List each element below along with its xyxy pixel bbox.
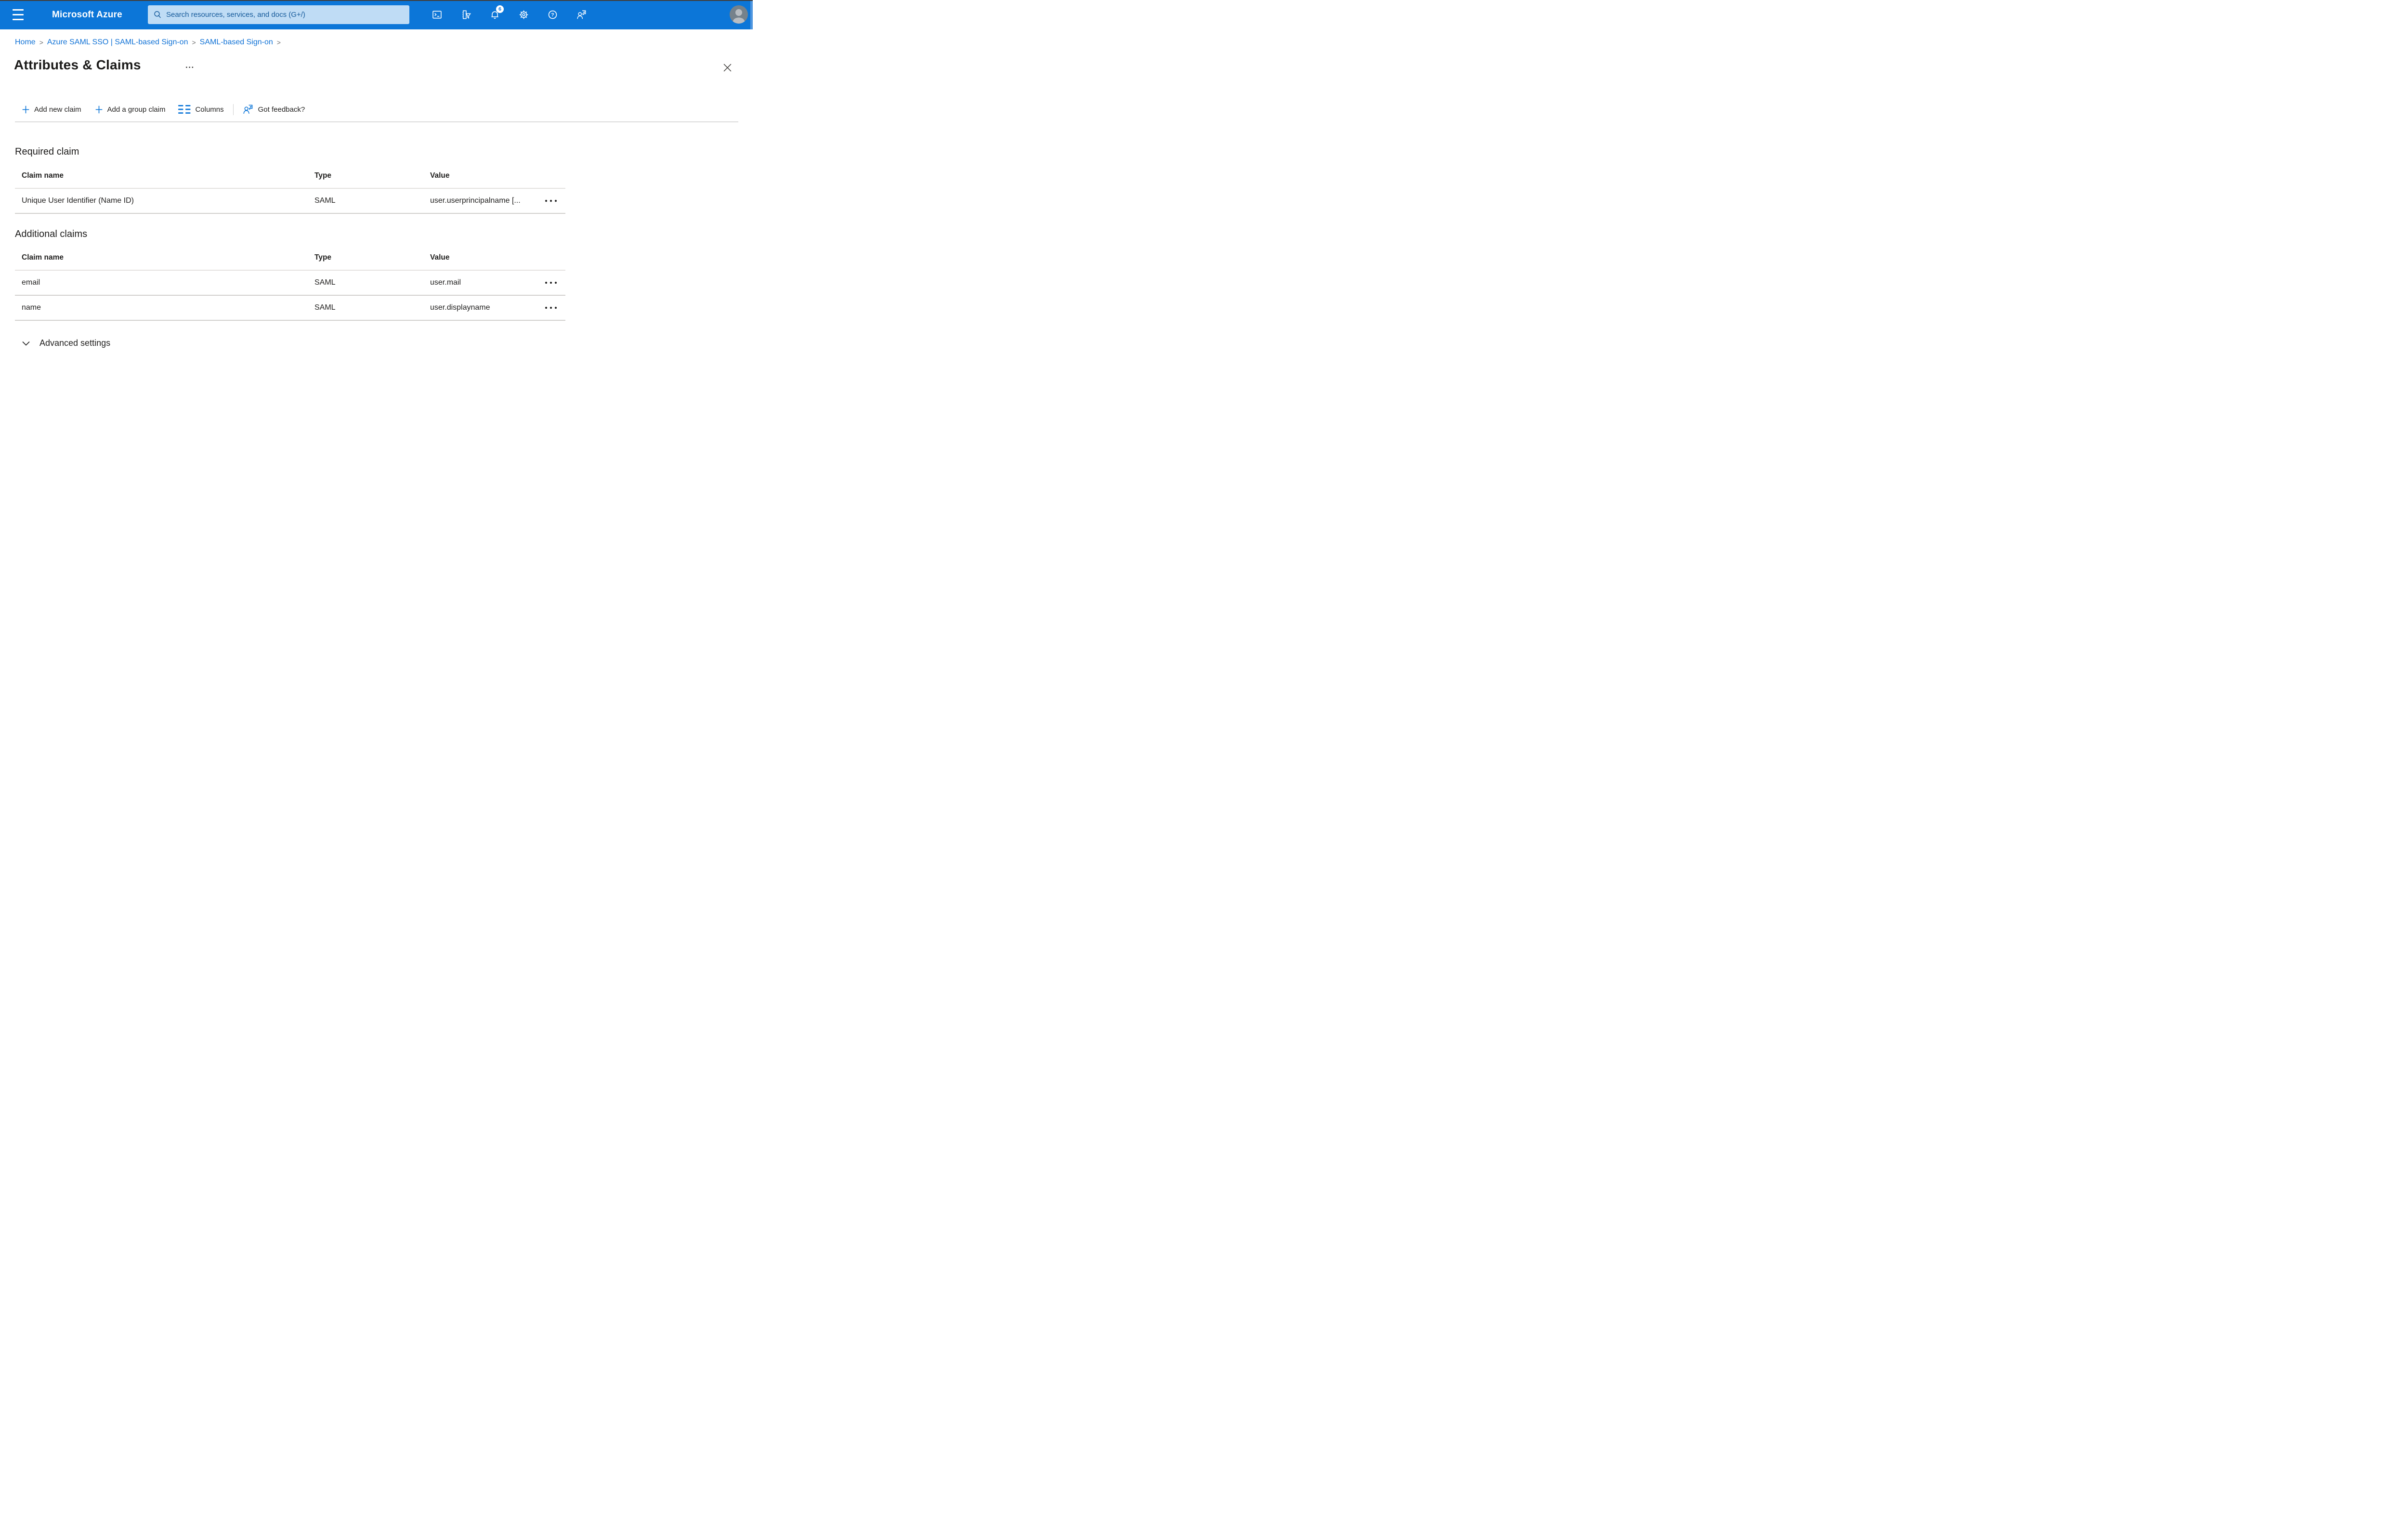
breadcrumb-signon-link[interactable]: SAML-based Sign-on [200,38,273,47]
window-top-edge [0,0,753,1]
cloud-shell-button[interactable] [426,4,448,26]
table-row: Unique User Identifier (Name ID) SAML us… [15,189,565,214]
button-label: Columns [195,105,224,114]
help-icon: ? [548,10,557,19]
toolbar-divider [233,104,234,115]
toolbar-rule [15,121,738,122]
table-row: email SAML user.mail [15,271,565,296]
svg-text:?: ? [551,12,554,18]
type-cell: SAML [314,303,336,312]
value-cell: user.mail [430,278,461,287]
notification-badge: 6 [496,5,504,13]
feedback-person-icon [242,104,254,115]
columns-button[interactable]: Columns [178,105,224,114]
feedback-person-icon [576,10,586,19]
plus-icon [22,105,30,114]
chevron-down-icon [22,339,30,348]
advanced-settings-toggle[interactable]: Advanced settings [22,338,110,348]
avatar[interactable] [730,5,748,24]
notifications-button[interactable]: 6 [484,4,506,26]
row-more-options-icon[interactable] [537,301,565,315]
advanced-settings-label: Advanced settings [39,338,111,348]
add-new-claim-button[interactable]: Add new claim [22,105,81,114]
breadcrumb-home-link[interactable]: Home [15,38,36,47]
additional-claims-table: Claim name Type Value email SAML user.ma… [15,246,565,321]
search-icon [154,11,161,18]
column-header-type: Type [314,171,332,180]
button-label: Got feedback? [258,105,305,114]
cloud-shell-icon [432,11,442,19]
settings-button[interactable] [512,4,535,26]
breadcrumb: Home > Azure SAML SSO | SAML-based Sign-… [15,38,281,47]
hamburger-menu-icon[interactable] [13,9,24,20]
help-button[interactable]: ? [541,4,563,26]
breadcrumb-chevron-icon: > [192,39,196,46]
additional-claims-heading: Additional claims [15,229,88,239]
value-cell: user.userprincipalname [... [430,197,521,205]
column-header-value: Value [430,171,450,180]
azure-portal-screen: Microsoft Azure Search resources, servic… [0,0,753,381]
table-row: name SAML user.displayname [15,296,565,321]
breadcrumb-chevron-icon: > [39,39,43,46]
type-cell: SAML [314,197,336,205]
add-group-claim-button[interactable]: Add a group claim [95,105,166,114]
feedback-button[interactable] [570,4,592,26]
brand-logo: Microsoft Azure [52,9,122,20]
column-header-claim-name: Claim name [22,253,64,262]
claim-name-cell: Unique User Identifier (Name ID) [22,197,134,205]
plus-icon [95,105,103,114]
topbar-scrollbar-strip [750,1,753,29]
topbar: Microsoft Azure Search resources, servic… [0,0,753,29]
table-header-row: Claim name Type Value [15,246,565,271]
command-toolbar: Add new claim Add a group claim Columns … [15,101,305,118]
required-claim-heading: Required claim [15,146,79,157]
breadcrumb-app-link[interactable]: Azure SAML SSO | SAML-based Sign-on [47,38,188,47]
column-header-value: Value [430,253,450,262]
row-more-options-icon[interactable] [537,276,565,290]
button-label: Add new claim [34,105,81,114]
breadcrumb-chevron-icon: > [276,39,281,46]
table-header-row: Claim name Type Value [15,164,565,189]
columns-icon [178,105,191,114]
directory-filter-button[interactable] [455,4,477,26]
column-header-claim-name: Claim name [22,171,64,180]
directory-filter-icon [462,10,471,19]
row-more-options-icon[interactable] [537,194,565,208]
claim-name-cell: email [22,278,40,287]
global-search [148,5,409,24]
page-title: Attributes & Claims [14,57,141,72]
search-input[interactable] [148,5,409,24]
claim-name-cell: name [22,303,41,312]
settings-gear-icon [519,10,528,19]
more-options-ellipsis-icon[interactable]: ... [184,60,196,71]
button-label: Add a group claim [107,105,166,114]
value-cell: user.displayname [430,303,490,312]
column-header-type: Type [314,253,332,262]
topbar-icon-group: 6 ? [426,0,592,29]
required-claim-table: Claim name Type Value Unique User Identi… [15,164,565,214]
type-cell: SAML [314,278,336,287]
got-feedback-button[interactable]: Got feedback? [242,104,305,115]
close-icon[interactable] [722,62,733,73]
